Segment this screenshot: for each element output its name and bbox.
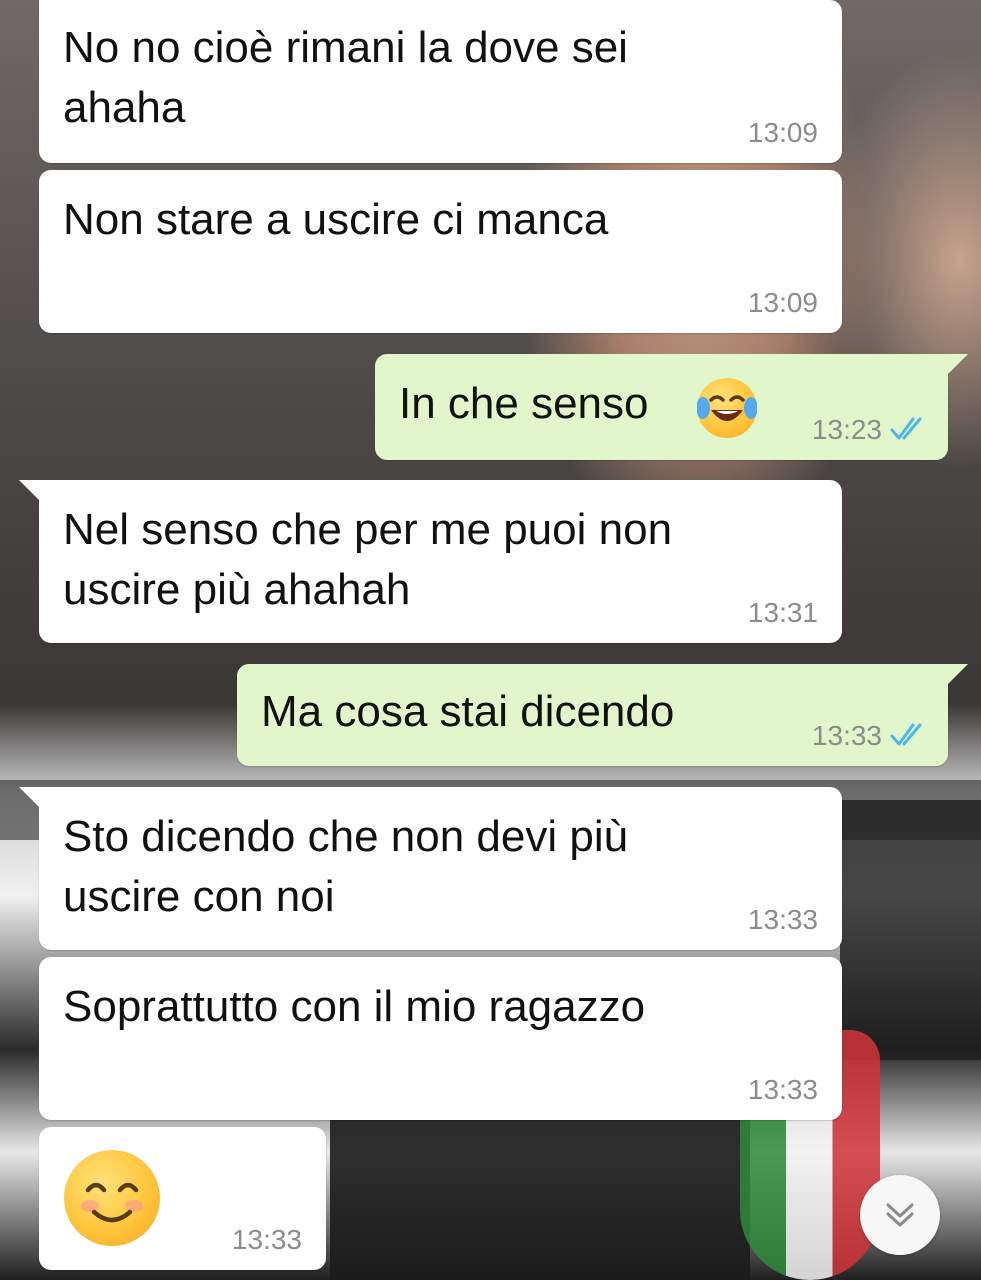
smiling-face-emoji (64, 1150, 160, 1246)
message-time: 13:33 (231, 1224, 302, 1255)
message-text: No no cioè rimani la dove sei ahaha (63, 23, 628, 132)
message-bubble-incoming[interactable]: No no cioè rimani la dove sei ahaha 13:0… (39, 0, 842, 163)
message-time: 13:09 (747, 117, 818, 148)
message-time: 13:33 (747, 904, 818, 935)
message-bubble-incoming[interactable]: Non stare a uscire ci manca 13:09 (39, 170, 842, 333)
message-text: Non stare a uscire ci manca (63, 195, 609, 244)
message-text: In che senso (399, 379, 649, 428)
message-bubble-incoming[interactable]: 13:33 (39, 1127, 326, 1270)
message-text: Sto dicendo che non devi più uscire con … (63, 812, 629, 921)
message-bubble-incoming[interactable]: Sto dicendo che non devi più uscire con … (19, 787, 842, 950)
double-chevron-down-icon (886, 1203, 914, 1227)
read-ticks-icon (890, 723, 922, 746)
message-text: Soprattutto con il mio ragazzo (63, 982, 646, 1031)
message-time: 13:31 (747, 597, 818, 628)
message-bubble-outgoing[interactable]: In che senso 13:23 (375, 354, 968, 460)
wallpaper-stripe (330, 1120, 750, 1280)
message-time: 13:23 (811, 414, 882, 445)
message-time: 13:33 (811, 720, 882, 751)
wallpaper-stripe (840, 800, 981, 1060)
message-bubble-incoming[interactable]: Nel senso che per me puoi non uscire più… (19, 480, 842, 643)
read-ticks-icon (890, 417, 922, 440)
message-text: Nel senso che per me puoi non uscire più… (63, 505, 673, 614)
message-time: 13:33 (747, 1074, 818, 1105)
message-time: 13:09 (747, 287, 818, 318)
message-bubble-incoming[interactable]: Soprattutto con il mio ragazzo 13:33 (39, 957, 842, 1120)
message-bubble-outgoing[interactable]: Ma cosa stai dicendo 13:33 (237, 664, 968, 766)
tears-of-joy-emoji (696, 378, 758, 438)
scroll-to-bottom-button[interactable] (860, 1175, 940, 1255)
message-text: Ma cosa stai dicendo (261, 687, 675, 736)
